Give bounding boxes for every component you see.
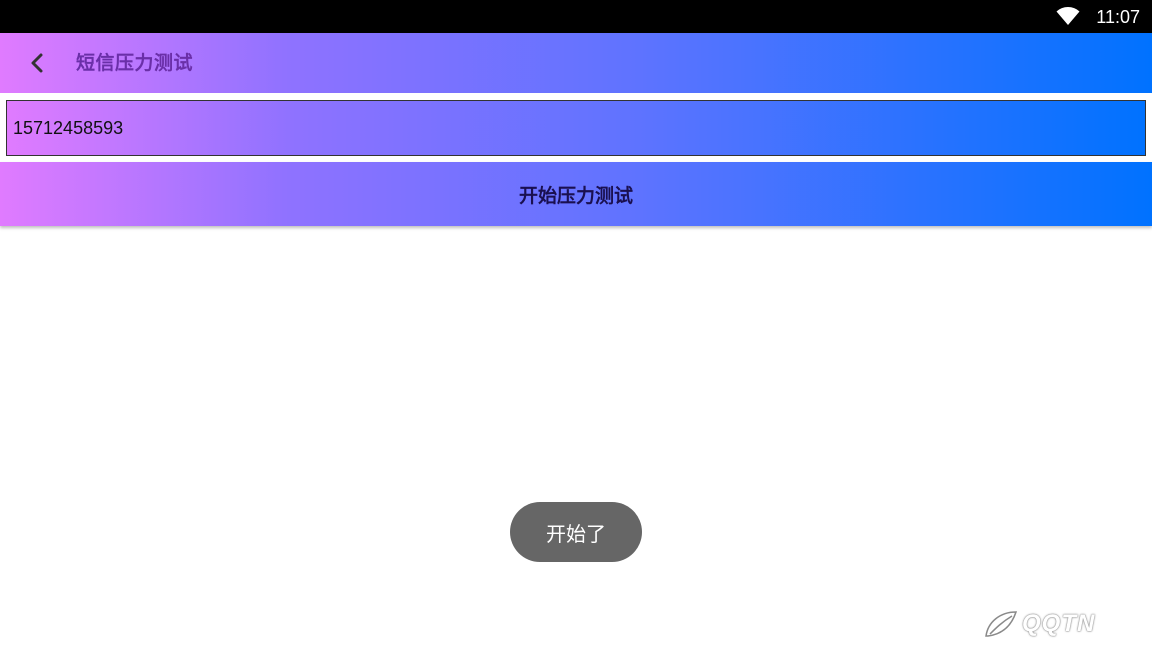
status-time: 11:07 [1096, 7, 1140, 27]
watermark-brand: QQTN [1022, 610, 1096, 637]
back-button[interactable] [22, 48, 52, 78]
chevron-left-icon [31, 53, 43, 73]
phone-input-container [6, 100, 1146, 156]
app-bar: 短信压力测试 [0, 33, 1152, 93]
wifi-icon [1056, 7, 1080, 25]
toast-message: 开始了 [510, 502, 642, 562]
page-title: 短信压力测试 [76, 52, 194, 74]
phone-number-input[interactable] [7, 101, 1145, 155]
watermark-logo: QQTN [982, 604, 1144, 644]
start-stress-test-button[interactable]: 开始压力测试 [0, 162, 1152, 226]
status-bar: 11:07 [0, 0, 1152, 33]
watermark-leaf-icon [985, 611, 1018, 637]
